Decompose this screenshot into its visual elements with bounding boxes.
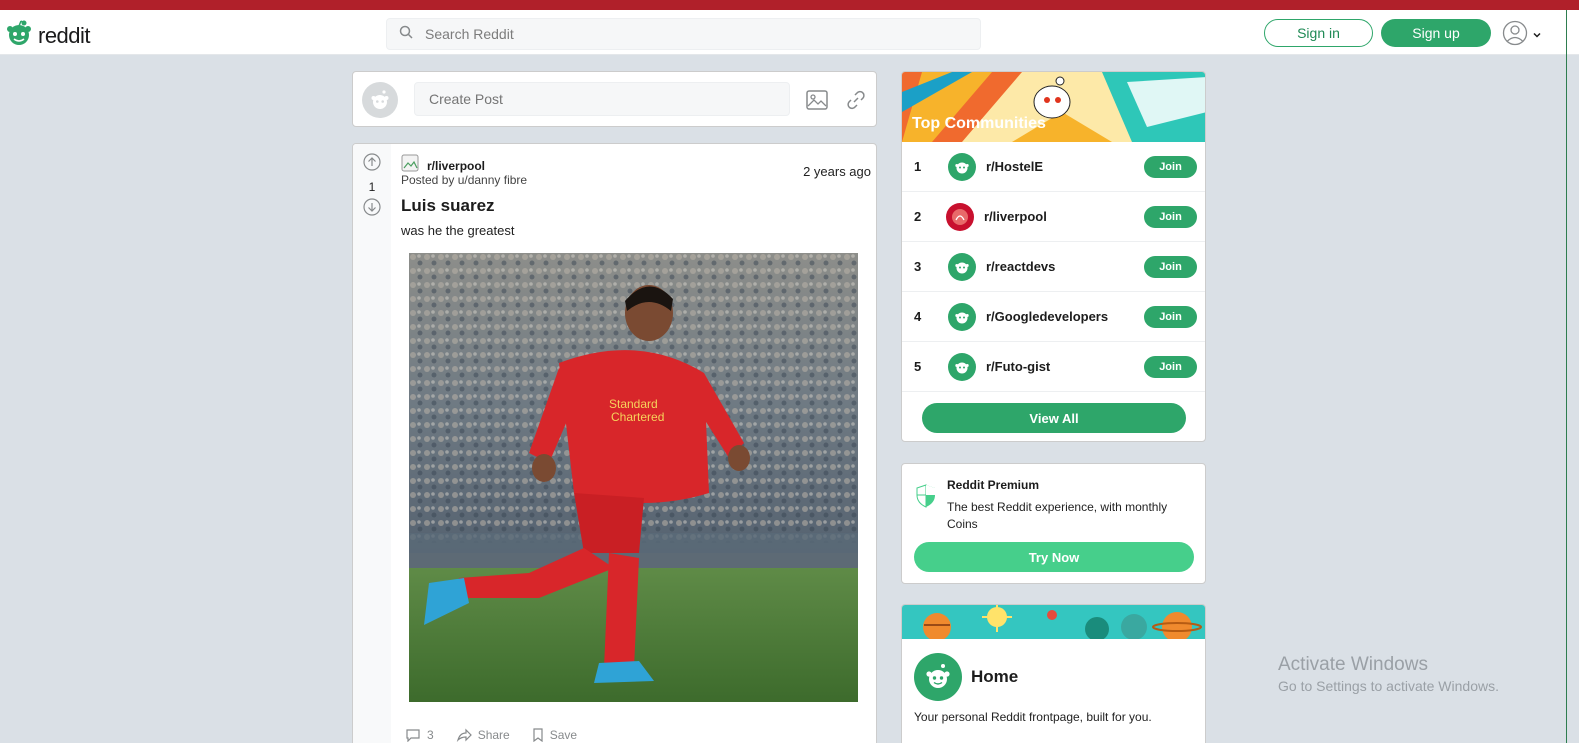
top-communities-card: Top Communities 1 r/HostelE Join 2 r/liv…: [901, 71, 1206, 442]
home-snoo-icon: [914, 653, 962, 701]
downvote-icon[interactable]: [363, 198, 381, 221]
scrollbar[interactable]: [1566, 10, 1567, 743]
community-name[interactable]: r/Googledevelopers: [986, 309, 1144, 324]
watermark-subtitle: Go to Settings to activate Windows.: [1278, 678, 1499, 694]
community-avatar-icon: [948, 252, 976, 281]
save-button[interactable]: Save: [532, 728, 577, 742]
avatar[interactable]: [362, 82, 398, 118]
join-button[interactable]: Join: [1144, 155, 1197, 178]
vote-column: 1: [353, 144, 391, 743]
post-actions: 3 Share Save: [405, 728, 577, 742]
comment-icon: [406, 729, 420, 742]
join-button[interactable]: Join: [1144, 355, 1197, 378]
save-label: Save: [549, 728, 578, 742]
user-avatar-icon: [1502, 20, 1528, 51]
browser-top-stripe: [0, 0, 1579, 10]
search-input[interactable]: [425, 26, 945, 42]
upvote-icon[interactable]: [363, 153, 381, 176]
community-rank: 3: [914, 259, 922, 274]
community-name[interactable]: r/reactdevs: [986, 259, 1144, 274]
post-subreddit-link[interactable]: r/liverpool: [427, 159, 485, 173]
post-card[interactable]: 1 r/liverpool Posted by u/danny fibre 2 …: [352, 143, 877, 743]
link-icon[interactable]: [844, 88, 868, 112]
svg-text:Chartered: Chartered: [611, 410, 664, 424]
community-avatar-icon: [948, 352, 976, 381]
community-row[interactable]: 4 r/Googledevelopers Join: [902, 292, 1205, 342]
activate-windows-watermark: Activate Windows Go to Settings to activ…: [1278, 654, 1499, 694]
community-avatar-icon: [948, 152, 976, 181]
top-navbar: reddit Sign in Sign up: [0, 10, 1579, 55]
community-rank: 2: [914, 209, 922, 224]
user-menu-dropdown[interactable]: [1502, 20, 1542, 51]
home-banner: [902, 605, 1205, 639]
community-avatar-icon: [948, 302, 976, 331]
home-card: Home Your personal Reddit frontpage, bui…: [901, 604, 1206, 743]
premium-description: The best Reddit experience, with monthly…: [947, 500, 1168, 531]
reddit-premium-card: Reddit Premium The best Reddit experienc…: [901, 463, 1206, 584]
community-rank: 1: [914, 159, 922, 174]
community-row[interactable]: 1 r/HostelE Join: [902, 142, 1205, 192]
create-post-card: [352, 71, 877, 127]
logo-text: reddit: [38, 22, 91, 48]
search-bar: [386, 18, 981, 50]
community-row[interactable]: 3 r/reactdevs Join: [902, 242, 1205, 292]
community-name[interactable]: r/liverpool: [984, 209, 1144, 224]
create-post-input[interactable]: [414, 82, 790, 116]
sign-in-button[interactable]: Sign in: [1264, 19, 1373, 47]
svg-text:Standard: Standard: [609, 397, 658, 411]
watermark-title: Activate Windows: [1278, 654, 1428, 675]
share-icon: [456, 728, 472, 742]
comments-count: 3: [427, 728, 434, 742]
bookmark-icon: [533, 728, 543, 742]
post-timestamp: 2 years ago: [803, 164, 871, 179]
sign-up-button[interactable]: Sign up: [1381, 19, 1491, 47]
try-now-button[interactable]: Try Now: [914, 542, 1194, 572]
community-rank: 5: [914, 359, 922, 374]
comments-button[interactable]: 3: [405, 728, 434, 742]
reddit-logo[interactable]: reddit: [4, 18, 91, 53]
premium-title: Reddit Premium: [947, 478, 1040, 492]
home-title: Home: [971, 667, 1019, 686]
image-upload-icon[interactable]: [805, 88, 829, 112]
share-label: Share: [477, 728, 510, 742]
post-author[interactable]: Posted by u/danny fibre: [401, 173, 527, 187]
post-text: was he the greatest: [401, 223, 515, 238]
join-button[interactable]: Join: [1144, 305, 1197, 328]
top-communities-banner: Top Communities: [902, 72, 1205, 142]
community-name[interactable]: r/HostelE: [986, 159, 1144, 174]
community-name[interactable]: r/Futo-gist: [986, 359, 1144, 374]
community-row[interactable]: 5 r/Futo-gist Join: [902, 342, 1205, 392]
shield-icon: [916, 484, 936, 513]
join-button[interactable]: Join: [1144, 205, 1197, 228]
community-row[interactable]: 2 r/liverpool Join: [902, 192, 1205, 242]
chevron-down-icon: [1532, 27, 1542, 45]
community-avatar-icon: [946, 202, 974, 231]
join-button[interactable]: Join: [1144, 255, 1197, 278]
home-description: Your personal Reddit frontpage, built fo…: [914, 710, 1152, 724]
community-rank: 4: [914, 309, 922, 324]
vote-count: 1: [368, 180, 376, 194]
top-communities-title: Top Communities: [912, 115, 1046, 132]
share-button[interactable]: Share: [456, 728, 510, 742]
search-icon: [399, 25, 413, 44]
post-title[interactable]: Luis suarez: [401, 196, 495, 216]
post-image[interactable]: Standard Chartered: [409, 253, 858, 702]
reddit-snoo-icon: [4, 18, 34, 53]
view-all-button[interactable]: View All: [922, 403, 1186, 433]
